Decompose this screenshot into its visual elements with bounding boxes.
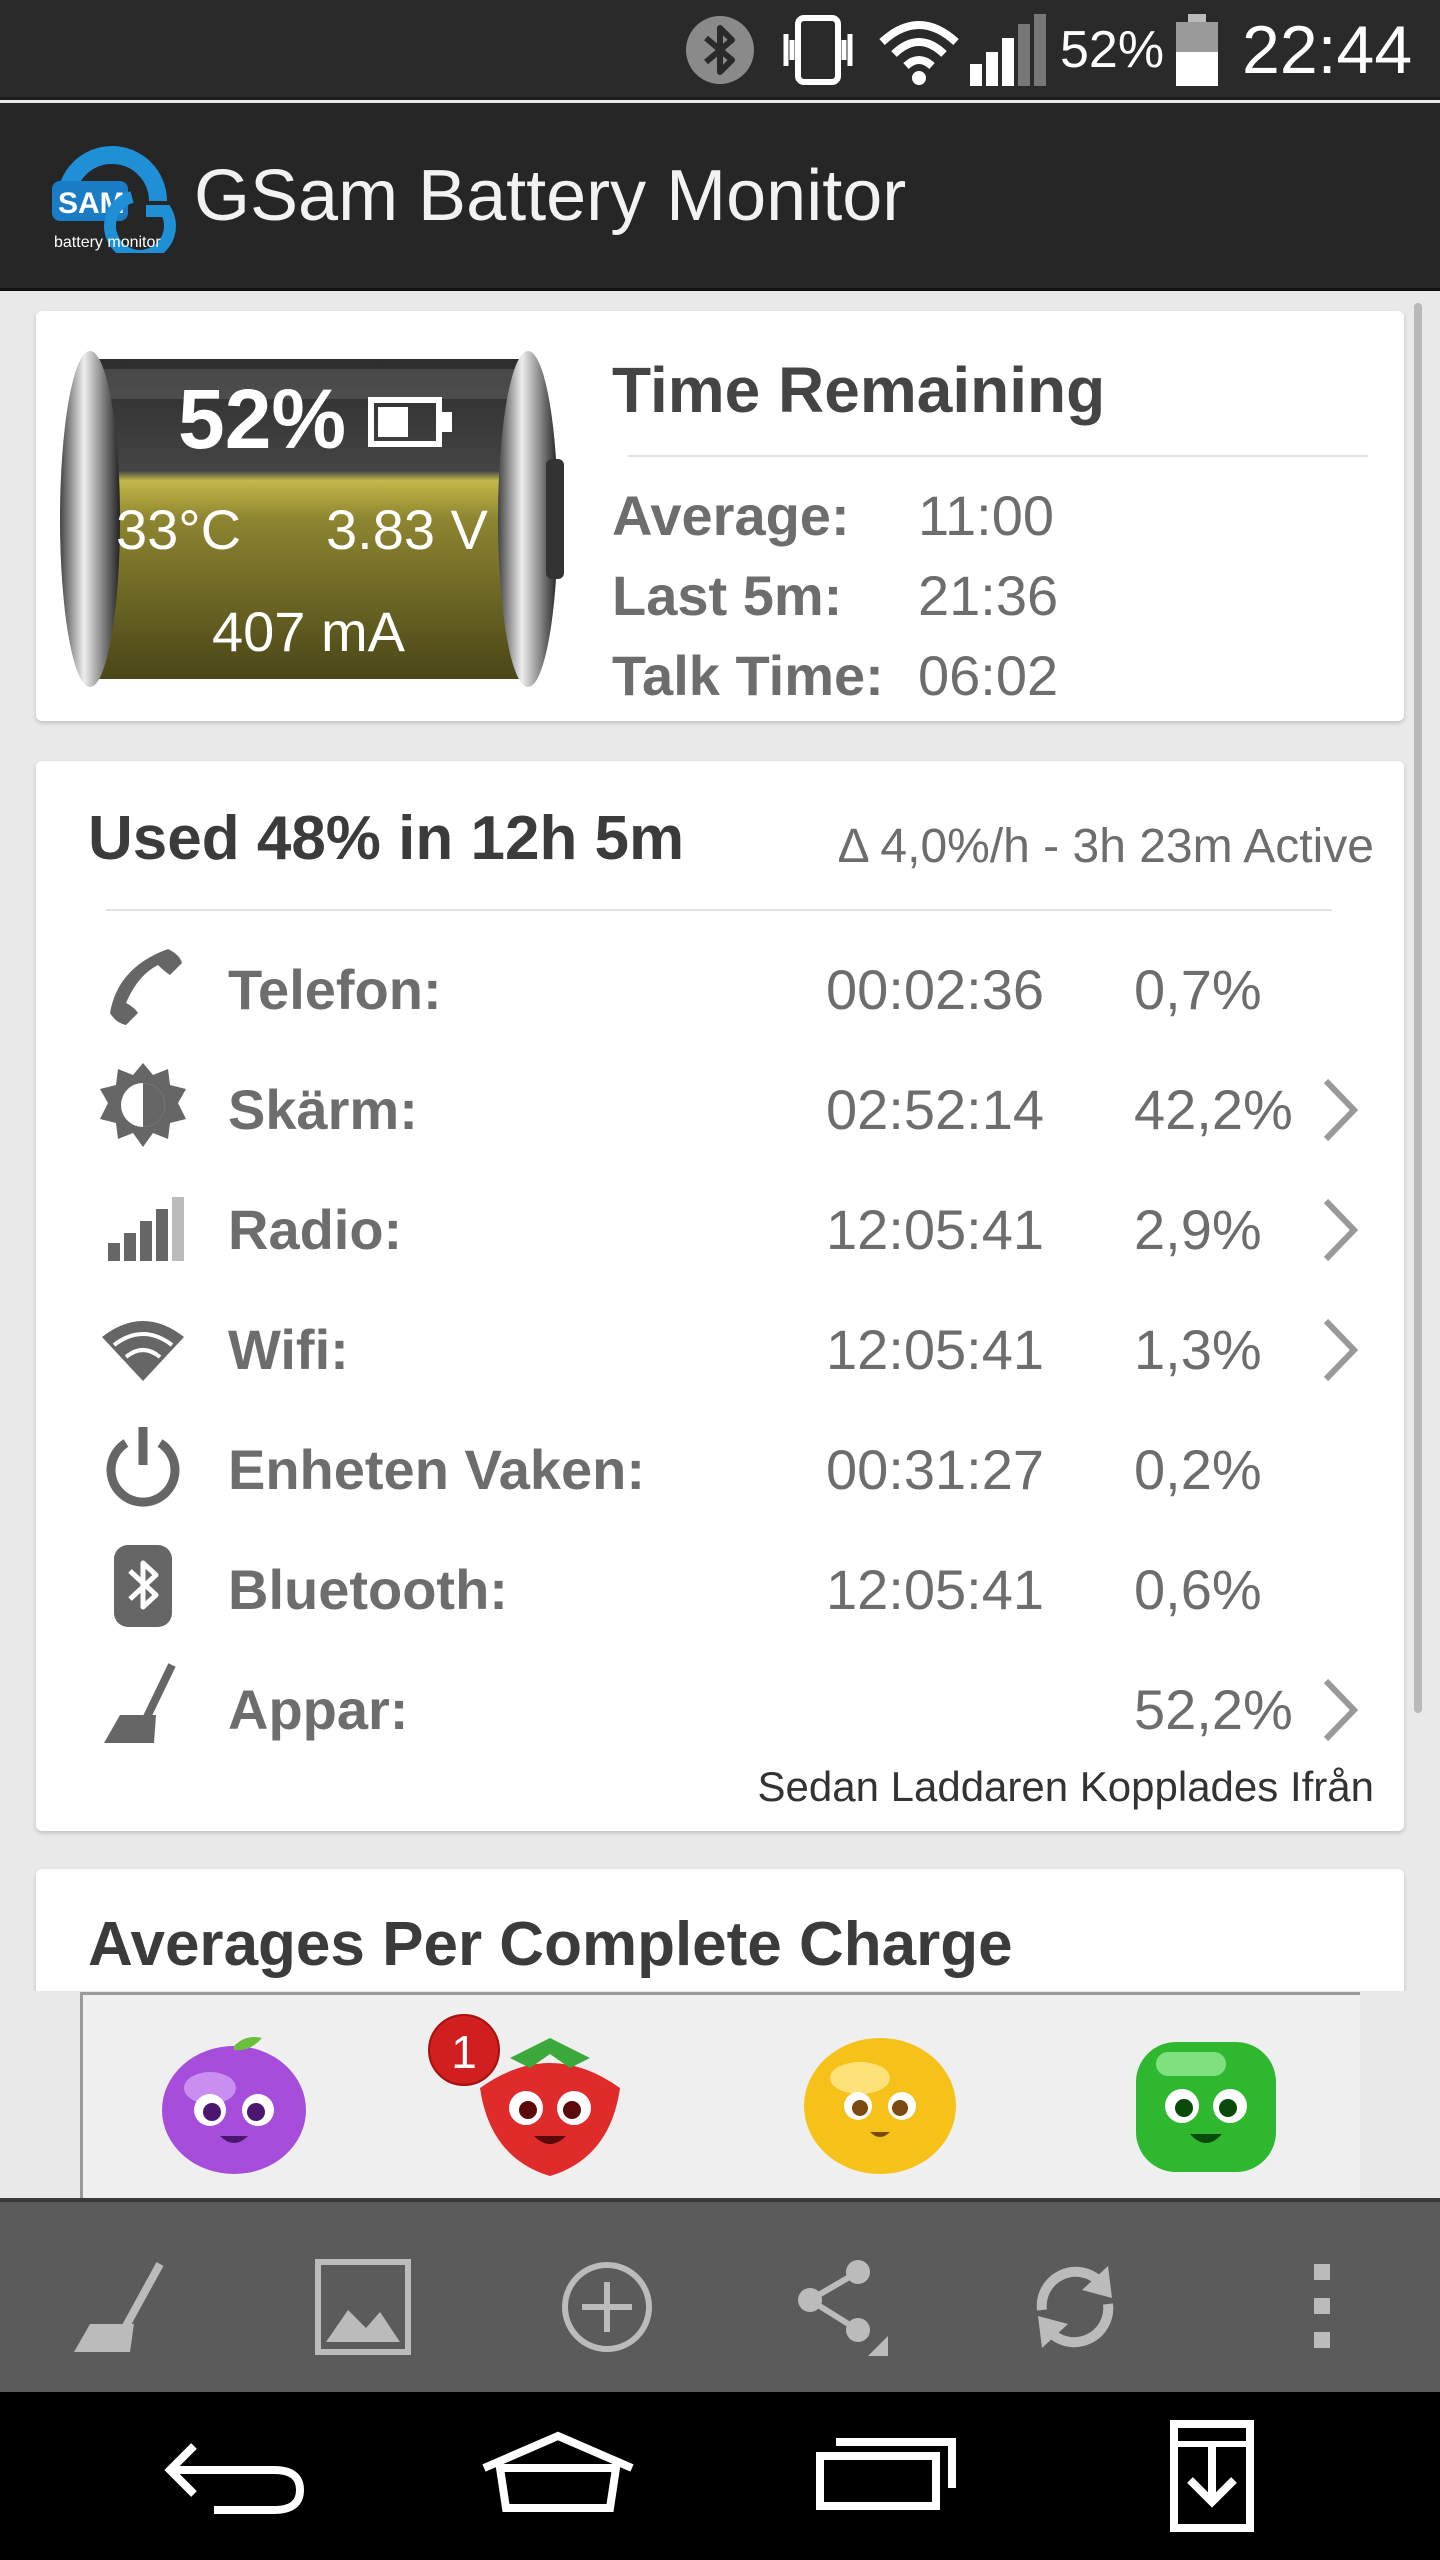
usage-time: 00:31:27 (826, 1438, 1044, 1501)
usage-row-bluetooth: Bluetooth: 12:05:41 0,6% (36, 1531, 1404, 1641)
vibrate-icon (778, 12, 858, 88)
usage-percent: 42,2% (1134, 1078, 1293, 1141)
time-remaining-title: Time Remaining (612, 354, 1106, 426)
bluetooth-status-icon (680, 12, 764, 88)
notification-badge: 1 (428, 2014, 500, 2086)
usage-footer: Sedan Laddaren Kopplades Ifrån (757, 1763, 1375, 1810)
time-remaining-value: 06:02 (918, 644, 1059, 707)
usage-row-wifi[interactable]: Wifi: 12:05:41 1,3% (36, 1291, 1404, 1401)
purple-fruit-icon[interactable] (154, 2028, 314, 2178)
usage-time: 00:02:36 (826, 958, 1044, 1021)
used-title: Used 48% in 12h 5m (88, 804, 685, 873)
phone-icon (98, 941, 188, 1031)
usage-time: 02:52:14 (826, 1078, 1044, 1141)
chevron-right-icon[interactable] (1316, 1195, 1362, 1265)
usage-percent: 2,9% (1134, 1198, 1262, 1261)
battery-voltage: 3.83 V (326, 498, 488, 561)
usage-percent: 0,6% (1134, 1558, 1262, 1621)
usage-row-skarm[interactable]: Skärm: 02:52:14 42,2% (36, 1051, 1404, 1161)
svg-text:battery monitor: battery monitor (54, 234, 161, 251)
battery-temperature: 33°C (116, 498, 242, 561)
chevron-right-icon[interactable] (1316, 1075, 1362, 1145)
battery-level-icon (368, 397, 454, 447)
app-logo[interactable]: SAM battery monitor (46, 141, 180, 262)
usage-label: Appar: (228, 1678, 409, 1741)
usage-label: Telefon: (228, 958, 442, 1021)
usage-label: Enheten Vaken: (228, 1438, 646, 1501)
usage-time: 12:05:41 (826, 1198, 1044, 1261)
usage-label: Skärm: (228, 1078, 418, 1141)
time-remaining-value: 11:00 (918, 484, 1054, 547)
battery-current: 407 mA (212, 600, 405, 663)
navigation-bar (0, 2392, 1440, 2560)
divider (106, 909, 1332, 911)
usage-rate: Δ 4,0%/h - 3h 23m Active (837, 820, 1374, 873)
back-icon[interactable] (154, 2416, 314, 2536)
usage-percent: 0,2% (1134, 1438, 1262, 1501)
recent-apps-icon[interactable] (806, 2416, 966, 2536)
home-icon[interactable] (478, 2416, 638, 2536)
battery-graphic: 52% 33°C 3.83 V 407 mA (58, 349, 566, 689)
chevron-right-icon[interactable] (1316, 1315, 1362, 1385)
add-icon[interactable] (552, 2252, 662, 2362)
usage-percent: 52,2% (1134, 1678, 1293, 1741)
green-fruit-icon[interactable] (1126, 2028, 1286, 2178)
lemon-icon[interactable] (800, 2028, 960, 2178)
usage-time: 12:05:41 (826, 1318, 1044, 1381)
time-remaining-label: Average: (612, 484, 850, 547)
battery-percent: 52% (178, 372, 347, 466)
more-options-icon[interactable] (1268, 2252, 1378, 2362)
bluetooth-icon (98, 1541, 188, 1631)
brightness-icon (98, 1061, 188, 1151)
usage-row-enheten-vaken: Enheten Vaken: 00:31:27 0,2% (36, 1411, 1404, 1521)
broom-icon (98, 1661, 188, 1751)
main-content[interactable]: 52% 33°C 3.83 V 407 mA Time Remaining Av… (0, 291, 1440, 1991)
broom-icon[interactable] (64, 2252, 174, 2362)
battery-percent-status: 52% (1060, 21, 1165, 79)
status-bar: 52% 22:44 (0, 0, 1440, 100)
signal-bars-icon (98, 1181, 188, 1271)
usage-percent: 1,3% (1134, 1318, 1262, 1381)
usage-row-telefon: Telefon: 00:02:36 0,7% (36, 931, 1404, 1041)
refresh-icon[interactable] (1020, 2252, 1130, 2362)
usage-label: Radio: (228, 1198, 403, 1261)
power-icon (98, 1421, 188, 1511)
usage-percent: 0,7% (1134, 958, 1262, 1021)
clock: 22:44 (1242, 12, 1413, 88)
chevron-right-icon[interactable] (1316, 1675, 1362, 1745)
app-title: GSam Battery Monitor (194, 156, 907, 236)
wifi-status-icon (876, 12, 962, 88)
app-bar: SAM battery monitor GSam Battery Monitor (0, 103, 1440, 291)
usage-label: Bluetooth: (228, 1558, 508, 1621)
usage-label: Wifi: (228, 1318, 349, 1381)
battery-card[interactable]: 52% 33°C 3.83 V 407 mA Time Remaining Av… (36, 311, 1404, 721)
averages-title: Averages Per Complete Charge (88, 1910, 1013, 1979)
time-remaining-label: Talk Time: (612, 644, 884, 707)
usage-row-appar[interactable]: Appar: 52,2% (36, 1651, 1404, 1761)
download-icon[interactable] (1132, 2416, 1292, 2536)
usage-time: 12:05:41 (826, 1558, 1044, 1621)
cell-signal-icon (966, 12, 1050, 88)
divider (628, 455, 1368, 457)
share-icon[interactable] (784, 2252, 894, 2362)
averages-card[interactable]: Averages Per Complete Charge (36, 1869, 1404, 1991)
image-icon[interactable] (308, 2252, 418, 2362)
battery-status-icon (1172, 12, 1222, 88)
time-remaining-label: Last 5m: (612, 564, 843, 627)
bottom-toolbar (0, 2198, 1440, 2392)
time-remaining-value: 21:36 (918, 564, 1059, 627)
ad-banner[interactable]: 1 (0, 1992, 1440, 2198)
usage-row-radio[interactable]: Radio: 12:05:41 2,9% (36, 1171, 1404, 1281)
scrollbar[interactable] (1414, 303, 1422, 1713)
wifi-icon (98, 1301, 188, 1391)
usage-card: Used 48% in 12h 5m Δ 4,0%/h - 3h 23m Act… (36, 761, 1404, 1831)
